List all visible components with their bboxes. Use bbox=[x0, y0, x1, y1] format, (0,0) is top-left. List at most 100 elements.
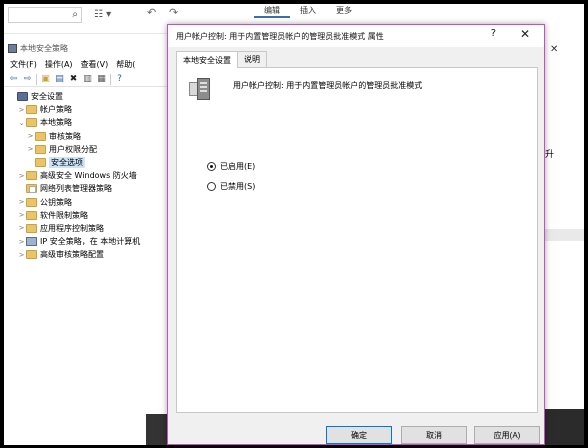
lsp-titlebar: 本地安全策略 bbox=[4, 40, 169, 56]
tree-node-label: 安全选项 bbox=[49, 157, 85, 169]
tree-node-label: 安全设置 bbox=[31, 92, 63, 102]
tree-node[interactable]: ⌄ 本地策略 bbox=[4, 116, 169, 129]
tree-node-label: 应用程序控制策略 bbox=[40, 223, 104, 233]
dialog-tabs: 本地安全设置 说明 bbox=[176, 51, 267, 68]
tree-node[interactable]: 安全设置 bbox=[4, 90, 169, 103]
chevron-right-icon[interactable]: > bbox=[17, 224, 26, 232]
help-icon[interactable]: ? bbox=[114, 74, 125, 85]
tree-node-label: IP 安全策略，在 本地计算机 bbox=[40, 237, 141, 247]
background-right-pane: ✕ 升 bbox=[544, 4, 584, 445]
tree-node[interactable]: > 审核策略 bbox=[4, 130, 169, 143]
radio-disabled-label: 已禁用(S) bbox=[220, 182, 256, 191]
folder-up-icon[interactable]: ▣ bbox=[40, 74, 51, 85]
background-close-icon[interactable]: ✕ bbox=[550, 44, 558, 55]
chevron-right-icon[interactable]: > bbox=[26, 145, 35, 153]
lsp-toolbar: ⇦ ⇨ ▣ ▤ ✖ ▥ ▦ ? bbox=[4, 72, 169, 87]
chevron-right-icon[interactable]: > bbox=[17, 198, 26, 206]
chevron-right-icon[interactable]: > bbox=[17, 106, 26, 114]
tree-node[interactable]: > 软件限制策略 bbox=[4, 209, 169, 222]
dialog-titlebar: 用户帐户控制: 用于内置管理员帐户的管理员批准模式 属性 ? ✕ bbox=[168, 25, 544, 47]
editor-tab-edit[interactable]: 编辑 bbox=[254, 4, 290, 18]
ok-button[interactable]: 确定 bbox=[326, 426, 392, 444]
tree-node[interactable]: 网络列表管理器策略 bbox=[4, 182, 169, 195]
tree-node-label: 审核策略 bbox=[49, 131, 81, 141]
folder-icon bbox=[26, 197, 37, 207]
tree-node-label: 网络列表管理器策略 bbox=[40, 184, 112, 194]
chevron-right-icon[interactable]: > bbox=[26, 132, 35, 140]
local-security-policy-window: 本地安全策略 文件(F) 操作(A) 查看(V) 帮助( ⇦ ⇨ ▣ ▤ ✖ ▥… bbox=[4, 40, 170, 445]
tree-node[interactable]: > 高级审核策略配置 bbox=[4, 248, 169, 261]
properties-dialog: 用户帐户控制: 用于内置管理员帐户的管理员批准模式 属性 ? ✕ 本地安全设置 … bbox=[167, 24, 545, 445]
toolbar-separator bbox=[36, 73, 37, 85]
chevron-right-icon[interactable]: > bbox=[17, 238, 26, 246]
radio-disabled-circle[interactable] bbox=[207, 182, 216, 191]
tree-node[interactable]: > 公钥策略 bbox=[4, 196, 169, 209]
chevron-right-icon[interactable]: > bbox=[17, 172, 26, 180]
folder-icon bbox=[35, 158, 46, 168]
editor-tab-more[interactable]: 更多 bbox=[326, 4, 362, 18]
chevron-right-icon[interactable]: > bbox=[17, 251, 26, 259]
tree-node-label: 高级安全 Windows 防火墙 bbox=[40, 171, 137, 181]
menu-help[interactable]: 帮助( bbox=[116, 59, 135, 70]
chevron-right-icon[interactable]: > bbox=[17, 211, 26, 219]
folder-icon bbox=[26, 250, 37, 260]
background-text: 升 bbox=[545, 150, 555, 160]
tree-node-label: 软件限制策略 bbox=[40, 210, 88, 220]
dialog-title: 用户帐户控制: 用于内置管理员帐户的管理员批准模式 属性 bbox=[176, 31, 384, 41]
editor-tabs: 编辑 插入 更多 bbox=[254, 4, 362, 18]
tab-explain[interactable]: 说明 bbox=[237, 51, 267, 67]
menu-file[interactable]: 文件(F) bbox=[10, 59, 37, 70]
folder-icon bbox=[26, 210, 37, 220]
forward-arrow-icon[interactable]: ⇨ bbox=[22, 74, 33, 85]
screen: ⌕ ☷ ▾ ↶ ↷ 编辑 插入 更多 本地安全策略 文件(F) 操作(A) 查看… bbox=[4, 4, 584, 445]
redo-icon[interactable]: ↷ bbox=[169, 6, 178, 19]
security-settings-icon bbox=[17, 92, 28, 102]
chevron-down-icon[interactable]: ⌄ bbox=[17, 119, 26, 127]
policy-tree: 安全设置 > 帐户策略 ⌄ 本地策略 > 审核策略 > 用户权限分配 安全选项 > 高级安全 Wind… bbox=[4, 87, 169, 261]
search-icon[interactable]: ⌕ bbox=[72, 9, 78, 20]
tree-node[interactable]: > 高级安全 Windows 防火墙 bbox=[4, 169, 169, 182]
tab-panel: 用户帐户控制: 用于内置管理员帐户的管理员批准模式 已启用(E) 已禁用(S) bbox=[176, 67, 538, 413]
tree-node-label: 本地策略 bbox=[40, 118, 72, 128]
tree-node-label: 用户权限分配 bbox=[49, 144, 97, 154]
help-button[interactable]: ? bbox=[491, 28, 496, 39]
menu-action[interactable]: 操作(A) bbox=[45, 59, 73, 70]
tab-local-security-setting[interactable]: 本地安全设置 bbox=[176, 51, 238, 68]
lsp-title-text: 本地安全策略 bbox=[20, 43, 68, 53]
tree-node-label: 公钥策略 bbox=[40, 197, 72, 207]
cancel-button[interactable]: 取消 bbox=[401, 426, 467, 444]
radio-disabled[interactable]: 已禁用(S) bbox=[207, 181, 255, 192]
radio-enabled[interactable]: 已启用(E) bbox=[207, 161, 255, 172]
editor-tab-insert[interactable]: 插入 bbox=[290, 4, 326, 18]
app-icon bbox=[8, 43, 17, 53]
back-arrow-icon[interactable]: ⇦ bbox=[8, 74, 19, 85]
tree-node[interactable]: > 帐户策略 bbox=[4, 103, 169, 116]
folder-icon bbox=[26, 105, 37, 115]
search-box[interactable]: ⌕ bbox=[8, 7, 82, 23]
tree-node[interactable]: > IP 安全策略，在 本地计算机 bbox=[4, 235, 169, 248]
apply-button[interactable]: 应用(A) bbox=[474, 426, 540, 444]
tree-node-label: 帐户策略 bbox=[40, 105, 72, 115]
undo-icon[interactable]: ↶ bbox=[147, 6, 156, 19]
delete-icon[interactable]: ✖ bbox=[68, 74, 79, 85]
show-hide-tree-icon[interactable]: ▤ bbox=[54, 74, 65, 85]
policy-doc-icon bbox=[26, 184, 37, 194]
tree-node[interactable]: 安全选项 bbox=[4, 156, 169, 169]
radio-enabled-label: 已启用(E) bbox=[220, 162, 256, 171]
list-format-icon[interactable]: ☷ ▾ bbox=[94, 9, 111, 20]
background-row bbox=[544, 229, 584, 241]
computer-icon bbox=[26, 237, 37, 247]
tree-node-label: 高级审核策略配置 bbox=[40, 250, 104, 260]
tree-node[interactable]: > 应用程序控制策略 bbox=[4, 222, 169, 235]
close-icon[interactable]: ✕ bbox=[520, 27, 530, 41]
export-list-icon[interactable]: ▦ bbox=[96, 74, 107, 85]
policy-server-icon bbox=[189, 78, 211, 104]
policy-name: 用户帐户控制: 用于内置管理员帐户的管理员批准模式 bbox=[233, 81, 423, 90]
menu-view[interactable]: 查看(V) bbox=[81, 59, 109, 70]
radio-enabled-circle[interactable] bbox=[207, 162, 216, 171]
properties-icon[interactable]: ▥ bbox=[82, 74, 93, 85]
folder-icon bbox=[35, 144, 46, 154]
folder-icon bbox=[26, 118, 37, 128]
tree-node[interactable]: > 用户权限分配 bbox=[4, 143, 169, 156]
folder-icon bbox=[26, 223, 37, 233]
